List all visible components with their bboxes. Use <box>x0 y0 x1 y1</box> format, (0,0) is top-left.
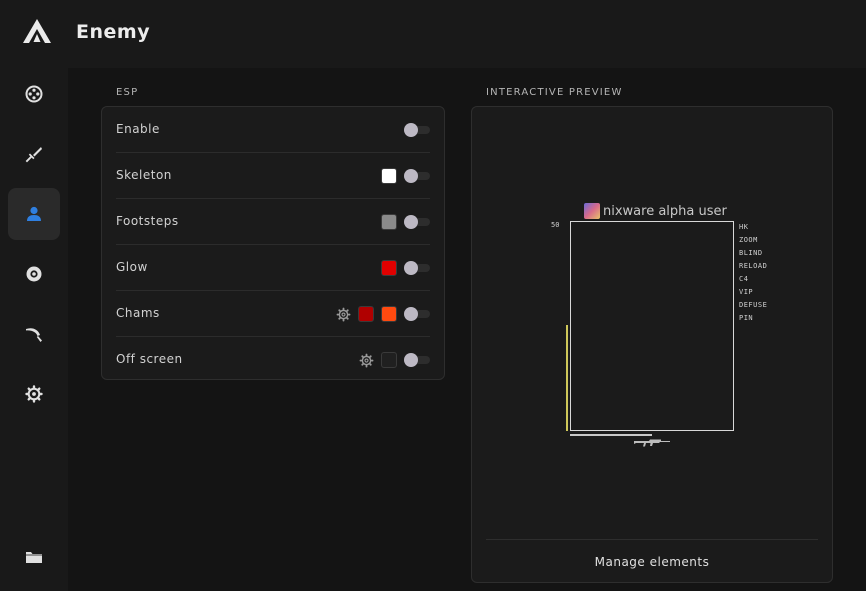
eye-icon <box>26 266 42 282</box>
gear-icon <box>25 385 43 403</box>
skeleton-toggle[interactable] <box>404 169 430 183</box>
player-name-text: nixware alpha user <box>603 203 727 219</box>
preview-section-label: INTERACTIVE PREVIEW <box>486 87 623 98</box>
chams-settings-gear-icon[interactable] <box>336 307 351 322</box>
rifle-icon[interactable] <box>633 437 671 449</box>
row-label: Enable <box>116 122 160 136</box>
esp-row-chams: Chams <box>116 291 430 337</box>
esp-row-skeleton: Skeleton <box>116 153 430 199</box>
chams-toggle[interactable] <box>404 307 430 321</box>
knife-icon <box>26 328 42 342</box>
top-bar: Enemy <box>0 0 866 68</box>
chams-color-swatch-visible[interactable] <box>358 306 374 322</box>
enable-toggle[interactable] <box>404 123 430 137</box>
sidebar-item-settings[interactable] <box>8 368 60 420</box>
logo-icon <box>23 19 51 43</box>
user-icon <box>27 206 41 221</box>
sword-icon <box>25 147 42 163</box>
sidebar-item-configs[interactable] <box>8 531 60 583</box>
preview-bounding-box[interactable] <box>570 221 734 431</box>
flag-vip: VIP <box>739 288 754 296</box>
esp-row-off-screen: Off screen <box>116 337 430 383</box>
preview-divider <box>486 539 818 540</box>
off-screen-toggle[interactable] <box>404 353 430 367</box>
esp-section-label: ESP <box>116 87 139 98</box>
chams-color-swatch-hidden[interactable] <box>381 306 397 322</box>
flag-hk: HK <box>739 223 749 231</box>
sidebar-item-players[interactable] <box>8 188 60 240</box>
row-label: Chams <box>116 306 160 320</box>
glow-color-swatch[interactable] <box>381 260 397 276</box>
off-screen-color-swatch[interactable] <box>381 352 397 368</box>
preview-player-name[interactable]: nixware alpha user <box>584 203 727 219</box>
sidebar-item-visuals[interactable] <box>8 248 60 300</box>
flag-zoom: ZOOM <box>739 236 758 244</box>
off-screen-settings-gear-icon[interactable] <box>359 353 374 368</box>
sidebar-item-skins[interactable] <box>8 308 60 360</box>
flag-reload: RELOAD <box>739 262 768 270</box>
folder-icon <box>26 552 42 563</box>
flag-defuse: DEFUSE <box>739 301 768 309</box>
flag-c4: C4 <box>739 275 749 283</box>
sidebar-item-aimbot[interactable] <box>8 68 60 120</box>
flag-blind: BLIND <box>739 249 763 257</box>
row-label: Off screen <box>116 352 183 366</box>
preview-health-value[interactable]: 50 <box>551 221 559 229</box>
preview-health-bar[interactable] <box>566 325 568 431</box>
glow-toggle[interactable] <box>404 261 430 275</box>
row-label: Glow <box>116 260 148 274</box>
avatar <box>584 203 600 219</box>
footsteps-color-swatch[interactable] <box>381 214 397 230</box>
page-title: Enemy <box>76 21 151 43</box>
flag-pin: PIN <box>739 314 754 322</box>
crosshair-icon <box>25 85 43 103</box>
row-label: Footsteps <box>116 214 179 228</box>
preview-armor-bar[interactable] <box>570 434 652 436</box>
preview-flags[interactable]: HK ZOOM BLIND RELOAD C4 VIP DEFUSE PIN <box>739 221 767 325</box>
esp-row-enable: Enable <box>116 107 430 153</box>
skeleton-color-swatch[interactable] <box>381 168 397 184</box>
footsteps-toggle[interactable] <box>404 215 430 229</box>
row-label: Skeleton <box>116 168 172 182</box>
manage-elements-button[interactable]: Manage elements <box>486 548 818 576</box>
sidebar-item-weapons[interactable] <box>8 128 60 180</box>
esp-card: Enable Skeleton Footsteps Glow Chams Off… <box>101 106 445 380</box>
esp-row-glow: Glow <box>116 245 430 291</box>
esp-row-footsteps: Footsteps <box>116 199 430 245</box>
